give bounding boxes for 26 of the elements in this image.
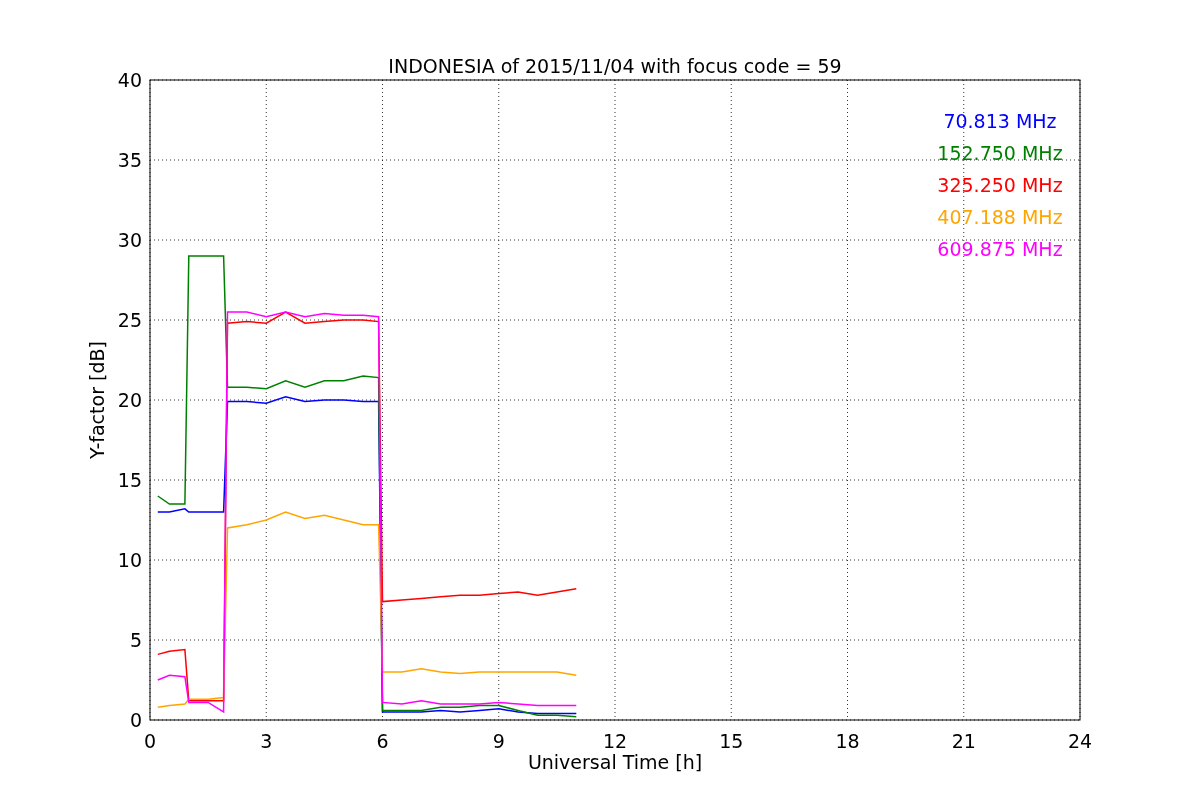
x-axis-label: Universal Time [h]: [527, 751, 703, 773]
x-tick-label: 24: [1067, 730, 1093, 752]
x-tick-label: 12: [602, 730, 628, 752]
y-tick-label: 15: [117, 469, 142, 491]
x-tick-label: 0: [143, 730, 157, 752]
y-tick-label: 5: [129, 629, 142, 651]
chart-title: INDONESIA of 2015/11/04 with focus code = 59: [388, 55, 842, 77]
y-tick-label: 10: [117, 549, 142, 571]
legend-entry: 407.188 MHz: [937, 206, 1063, 228]
x-tick-label: 18: [835, 730, 860, 752]
y-tick-label: 40: [117, 69, 142, 91]
y-tick-label: 25: [117, 309, 142, 331]
x-tick-label: 15: [719, 730, 744, 752]
legend-entry: 325.250 MHz: [937, 174, 1063, 196]
x-tick-label: 6: [376, 730, 389, 752]
x-tick-label: 9: [492, 730, 505, 752]
x-tick-label: 3: [260, 730, 273, 752]
legend-entry: 609.875 MHz: [937, 238, 1063, 260]
legend-entry: 152.750 MHz: [937, 142, 1063, 164]
y-tick-label: 30: [117, 229, 142, 251]
y-axis-label: Y-factor [dB]: [86, 341, 108, 459]
x-tick-label: 21: [951, 730, 976, 752]
legend-entry: 70.813 MHz: [943, 110, 1057, 132]
y-tick-label: 20: [117, 389, 142, 411]
y-tick-label: 35: [117, 149, 142, 171]
y-tick-label: 0: [129, 709, 142, 731]
